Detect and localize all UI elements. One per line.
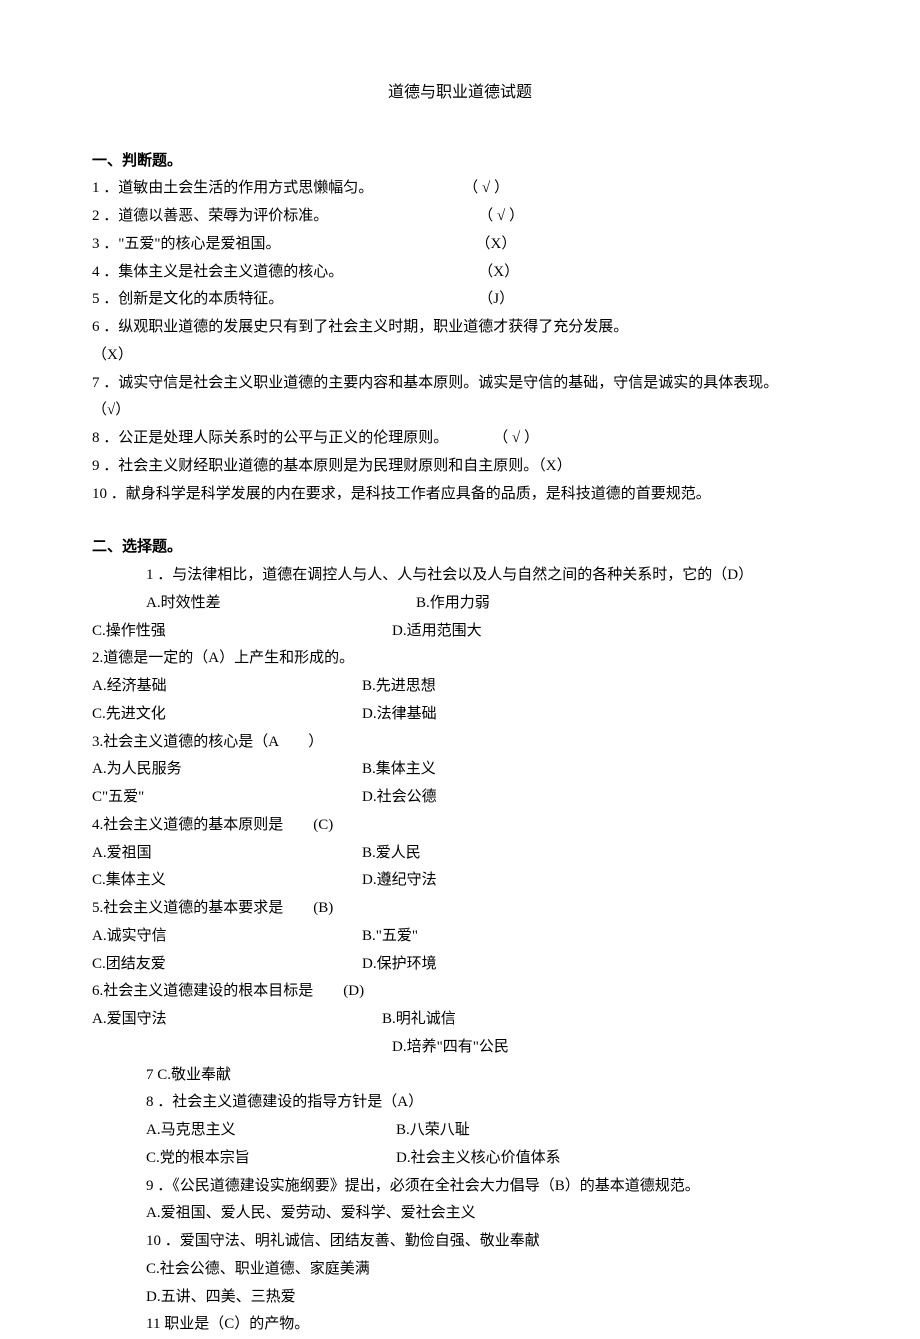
- q3-options-row1: A.为人民服务 B.集体主义: [92, 756, 828, 784]
- q1-options-row2: C.操作性强 D.适用范围大: [92, 618, 828, 646]
- judge-item-6: 6 ．纵观职业道德的发展史只有到了社会主义时期，职业道德才获得了充分发展。: [92, 314, 828, 342]
- q6-option-d: D.培养"四有"公民: [92, 1034, 828, 1062]
- q9-option-c: C.社会公德、职业道德、家庭美满: [92, 1256, 828, 1284]
- q5-option-a: A.诚实守信: [92, 923, 362, 951]
- q8-stem: 8 ．社会主义道德建设的指导方针是（A）: [92, 1089, 828, 1117]
- judge-item-1: 1 ．道敏由土会生活的作用方式思懒幅匀。 （ √ ）: [92, 175, 828, 203]
- q1-option-d: D.适用范围大: [392, 618, 482, 646]
- judge-item-2: 2 ．道德以善恶、荣辱为评价标准。 （ √ ）: [92, 203, 828, 231]
- q2-option-d: D.法律基础: [362, 701, 437, 729]
- q5-option-d: D.保护环境: [362, 951, 437, 979]
- q4-option-a: A.爱祖国: [92, 840, 362, 868]
- q4-options-row1: A.爱祖国 B.爱人民: [92, 840, 828, 868]
- q6-stem: 6.社会主义道德建设的根本目标是 (D): [92, 978, 828, 1006]
- q3-option-c: C"五爱": [92, 784, 362, 812]
- q9-option-d: D.五讲、四美、三热爱: [92, 1284, 828, 1312]
- q9-stem: 9 ．《公民道德建设实施纲要》提出，必须在全社会大力倡导（B）的基本道德规范。: [92, 1173, 828, 1201]
- q1-option-a: A.时效性差: [146, 590, 416, 618]
- q4-option-c: C.集体主义: [92, 867, 362, 895]
- q4-option-d: D.遵纪守法: [362, 867, 437, 895]
- q2-stem: 2.道德是一定的（A）上产生和形成的。: [92, 645, 828, 673]
- q2-option-a: A.经济基础: [92, 673, 362, 701]
- judge-item-5: 5 ．创新是文化的本质特征。 （J）: [92, 286, 828, 314]
- q9-option-b: 10 ．爱国守法、明礼诚信、团结友善、勤俭自强、敬业奉献: [92, 1228, 828, 1256]
- q6-option-b: B.明礼诚信: [382, 1006, 456, 1034]
- judge-item-9: 9 ．社会主义财经职业道德的基本原则是为民理财原则和自主原则。（X）: [92, 453, 828, 481]
- q5-options-row1: A.诚实守信 B."五爱": [92, 923, 828, 951]
- q5-option-c: C.团结友爱: [92, 951, 362, 979]
- section1-heading: 一、判断题。: [92, 148, 828, 176]
- q2-options-row2: C.先进文化 D.法律基础: [92, 701, 828, 729]
- judge-item-4: 4 ．集体主义是社会主义道德的核心。 （X）: [92, 259, 828, 287]
- q6-options-row1: A.爱国守法 B.明礼诚信: [92, 1006, 828, 1034]
- section2-heading: 二、选择题。: [92, 534, 828, 562]
- q1-option-b: B.作用力弱: [416, 590, 490, 618]
- document-title: 道德与职业道德试题: [92, 78, 828, 108]
- q4-options-row2: C.集体主义 D.遵纪守法: [92, 867, 828, 895]
- q8-option-d: D.社会主义核心价值体系: [396, 1145, 561, 1173]
- q8-options-row2: C.党的根本宗旨 D.社会主义核心价值体系: [92, 1145, 828, 1173]
- q3-options-row2: C"五爱" D.社会公德: [92, 784, 828, 812]
- q3-option-d: D.社会公德: [362, 784, 437, 812]
- q4-option-b: B.爱人民: [362, 840, 421, 868]
- q6-option-a: A.爱国守法: [92, 1006, 382, 1034]
- q6-option-c: 7 C.敬业奉献: [92, 1062, 828, 1090]
- q9-option-a: A.爱祖国、爱人民、爱劳动、爱科学、爱社会主义: [92, 1200, 828, 1228]
- q2-option-b: B.先进思想: [362, 673, 436, 701]
- judge-item-7: 7 ．诚实守信是社会主义职业道德的主要内容和基本原则。诚实是守信的基础，守信是诚…: [92, 370, 828, 398]
- q8-option-c: C.党的根本宗旨: [146, 1145, 396, 1173]
- q8-option-b: B.八荣八耻: [396, 1117, 470, 1145]
- q5-stem: 5.社会主义道德的基本要求是 (B): [92, 895, 828, 923]
- q3-option-a: A.为人民服务: [92, 756, 362, 784]
- judge-item-8: 8 ．公正是处理人际关系时的公平与正义的伦理原则。 （ √ ）: [92, 425, 828, 453]
- q3-stem: 3.社会主义道德的核心是（A ）: [92, 729, 828, 757]
- judge-item-10: 10 ．献身科学是科学发展的内在要求，是科技工作者应具备的品质，是科技道德的首要…: [92, 481, 828, 509]
- q5-option-b: B."五爱": [362, 923, 418, 951]
- q1-options-row1: A.时效性差 B.作用力弱: [92, 590, 828, 618]
- q2-options-row1: A.经济基础 B.先进思想: [92, 673, 828, 701]
- q5-options-row2: C.团结友爱 D.保护环境: [92, 951, 828, 979]
- q11-stem: 11 职业是（C）的产物。: [92, 1311, 828, 1339]
- q1-stem: 1 ．与法律相比，道德在调控人与人、人与社会以及人与自然之间的各种关系时，它的（…: [92, 562, 828, 590]
- judge-item-6-answer: （X）: [92, 342, 828, 370]
- q1-option-c: C.操作性强: [92, 618, 392, 646]
- q8-options-row1: A.马克思主义 B.八荣八耻: [92, 1117, 828, 1145]
- judge-item-7-answer: （√）: [92, 397, 828, 425]
- q4-stem: 4.社会主义道德的基本原则是 (C): [92, 812, 828, 840]
- judge-item-3: 3 ．"五爱"的核心是爱祖国。 （X）: [92, 231, 828, 259]
- q2-option-c: C.先进文化: [92, 701, 362, 729]
- q8-option-a: A.马克思主义: [146, 1117, 396, 1145]
- q3-option-b: B.集体主义: [362, 756, 436, 784]
